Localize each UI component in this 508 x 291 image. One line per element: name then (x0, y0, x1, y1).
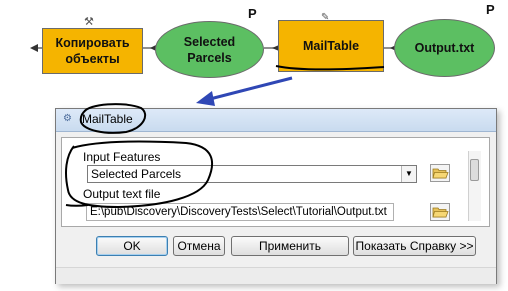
selected-parcels-data-node[interactable]: Selected Parcels (155, 21, 264, 78)
dialog-titlebar[interactable]: ⚙ MailTable (56, 109, 496, 132)
browse-input-folder-button[interactable] (430, 164, 450, 182)
cancel-button[interactable]: Отмена (173, 236, 225, 256)
parameter-marker-selected: P (248, 6, 257, 21)
chevron-down-icon[interactable]: ▼ (401, 166, 416, 182)
copy-features-label-line1: Копировать (55, 36, 130, 50)
selected-parcels-label-line2: Parcels (187, 50, 232, 65)
parameter-marker-output: P (486, 2, 495, 17)
tool-icon: ⚙ (63, 113, 72, 124)
copy-features-tool-node[interactable]: Копировать объекты (42, 28, 143, 74)
output-text-file-label: Output text file (83, 187, 161, 201)
browse-output-folder-button[interactable] (430, 203, 450, 221)
mailtable-tool-node[interactable]: MailTable (278, 20, 384, 72)
mailtable-dialog: ⚙ MailTable Input Features Selected Parc… (55, 108, 497, 284)
apply-button[interactable]: Применить (231, 236, 349, 256)
output-txt-node-label: Output.txt (414, 41, 475, 55)
parameters-scrollbar[interactable] (468, 151, 481, 221)
show-help-button[interactable]: Показать Справку >> (353, 236, 476, 256)
copy-features-label-line2: объекты (65, 52, 120, 66)
scrollbar-thumb[interactable] (470, 159, 479, 181)
input-features-combobox[interactable]: Selected Parcels ▼ (87, 165, 417, 183)
mailtable-node-label: MailTable (302, 39, 360, 53)
output-text-file-input[interactable]: E:\pub\Discovery\DiscoveryTests\Select\T… (86, 203, 394, 221)
output-txt-data-node[interactable]: Output.txt (394, 19, 495, 77)
dialog-title: MailTable (82, 112, 133, 126)
input-features-label: Input Features (83, 150, 161, 164)
ok-button[interactable]: OK (96, 236, 168, 256)
script-icon: ✎ (321, 12, 330, 23)
input-features-value: Selected Parcels (91, 167, 182, 181)
hammer-icon: ⚒ (84, 15, 94, 28)
folder-open-icon (432, 168, 449, 179)
dialog-status-strip (56, 267, 496, 284)
model-diagram: Копировать объекты ⚒ Selected Parcels P … (0, 0, 508, 95)
folder-open-icon (432, 207, 449, 218)
selected-parcels-label-line1: Selected (183, 34, 236, 49)
